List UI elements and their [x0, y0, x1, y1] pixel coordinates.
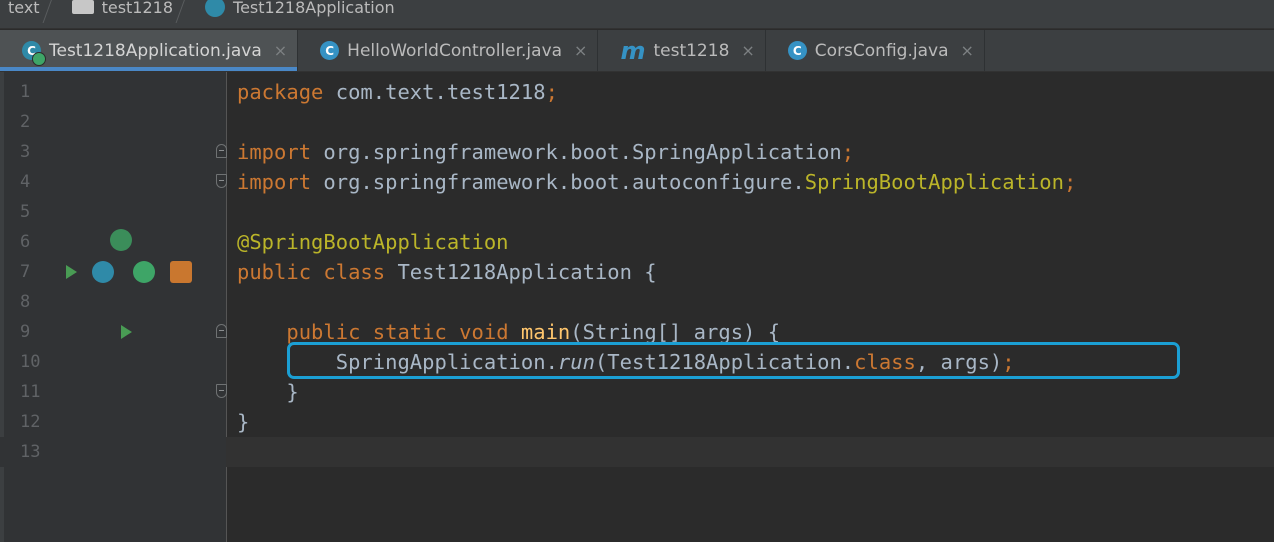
code-text: public class Test1218Application {	[237, 257, 657, 287]
tab-label: Test1218Application.java	[49, 40, 262, 61]
line-number: 7	[20, 262, 31, 282]
code-text: import org.springframework.boot.autoconf…	[237, 167, 1076, 197]
semicolon-token: ;	[1063, 170, 1077, 194]
breadcrumb-separator	[46, 0, 64, 21]
code-line[interactable]: 5	[0, 197, 1274, 227]
breadcrumb-label: test1218	[101, 0, 174, 17]
spring-class-icon[interactable]	[92, 261, 114, 283]
spring-config-icon[interactable]	[133, 261, 155, 283]
tab-test1218application[interactable]: C Test1218Application.java ×	[0, 30, 299, 71]
code-text: package com.text.test1218;	[237, 77, 558, 107]
folder-icon	[71, 0, 94, 14]
line-number: 12	[20, 412, 41, 432]
semicolon-token: ;	[841, 140, 855, 164]
spring-boot-icon[interactable]	[170, 261, 192, 283]
close-icon[interactable]: ×	[741, 41, 754, 60]
maven-icon: m	[620, 36, 646, 65]
semicolon-token: ;	[545, 80, 558, 104]
breadcrumb-item-text[interactable]: text	[0, 0, 46, 21]
line-number: 9	[20, 322, 31, 342]
breadcrumb-item-class[interactable]: Test1218Application	[197, 0, 401, 21]
tab-test1218-pom[interactable]: m test1218 ×	[598, 30, 766, 71]
code-editor[interactable]: 1 package com.text.test1218; 2 3 import …	[0, 72, 1274, 542]
code-line[interactable]: 6 @SpringBootApplication	[0, 227, 1274, 257]
line-number: 13	[20, 442, 41, 462]
spring-class-icon	[205, 0, 226, 17]
code-line-current[interactable]: 13	[0, 437, 1274, 467]
line-number: 4	[20, 172, 31, 192]
code-line[interactable]: 7 public class Test1218Application {	[0, 257, 1274, 287]
code-text: @SpringBootApplication	[237, 227, 509, 257]
code-text: import org.springframework.boot.SpringAp…	[237, 137, 854, 167]
spring-class-icon: C	[22, 41, 46, 66]
run-icon[interactable]	[121, 325, 132, 339]
code-token: com.text.test1218	[323, 80, 546, 104]
code-line[interactable]: 12 }	[0, 407, 1274, 437]
line-number: 2	[20, 112, 31, 132]
code-text: }	[237, 410, 250, 434]
navigation-breadcrumb: text test1218 Test1218Application	[0, 0, 1274, 29]
line-number: 5	[20, 202, 31, 222]
code-text: }	[237, 380, 299, 404]
annotation-token: @SpringBootApplication	[237, 230, 509, 254]
editor-tab-bar: C Test1218Application.java × C HelloWorl…	[0, 30, 1274, 72]
code-line[interactable]: 1 package com.text.test1218;	[0, 77, 1274, 107]
tab-label: HelloWorldController.java	[347, 40, 563, 61]
code-token: org.springframework.boot.autoconfigure.	[311, 170, 805, 194]
code-line[interactable]: 8	[0, 287, 1274, 317]
code-line[interactable]: 2	[0, 107, 1274, 137]
keyword-token: public class	[237, 260, 386, 284]
code-token: Test1218Application {	[385, 260, 657, 284]
highlight-annotation-box	[287, 342, 1180, 379]
line-number: 8	[20, 292, 31, 312]
breadcrumb-item-module[interactable]: test1218	[64, 0, 179, 21]
code-line[interactable]: 4 import org.springframework.boot.autoco…	[0, 167, 1274, 197]
fold-toggle-icon[interactable]	[216, 174, 227, 188]
fold-toggle-icon[interactable]	[216, 384, 227, 398]
breadcrumb-label: Test1218Application	[233, 0, 395, 17]
fold-toggle-icon[interactable]	[216, 144, 227, 158]
method-token: main	[520, 320, 571, 344]
tab-label: CorsConfig.java	[814, 40, 949, 61]
class-token: SpringBootApplication	[804, 170, 1064, 194]
tab-helloworldcontroller[interactable]: C HelloWorldController.java ×	[298, 30, 599, 71]
close-icon[interactable]: ×	[960, 41, 973, 60]
fold-toggle-icon[interactable]	[216, 324, 227, 338]
line-number: 6	[20, 232, 31, 252]
class-icon: C	[320, 41, 340, 60]
spring-bean-icon[interactable]	[110, 229, 132, 251]
line-number: 3	[20, 142, 31, 162]
class-icon: C	[787, 41, 807, 60]
code-token: (String[] args) {	[570, 320, 781, 344]
run-icon[interactable]	[66, 265, 77, 279]
keyword-token: public static void	[286, 320, 509, 344]
tab-corsconfig[interactable]: C CorsConfig.java ×	[766, 30, 985, 71]
code-line[interactable]: 3 import org.springframework.boot.Spring…	[0, 137, 1274, 167]
code-line[interactable]: 11 }	[0, 377, 1274, 407]
close-icon[interactable]: ×	[274, 41, 287, 60]
code-token: org.springframework.boot.SpringApplicati…	[311, 140, 842, 164]
line-number: 1	[20, 82, 31, 102]
breadcrumb-label: text	[8, 0, 40, 17]
line-number: 10	[20, 352, 41, 372]
keyword-token: import	[237, 170, 312, 194]
line-number: 11	[20, 382, 41, 402]
breadcrumb-separator	[179, 0, 197, 21]
tab-label: test1218	[653, 40, 730, 61]
keyword-token: import	[237, 140, 312, 164]
keyword-token: package	[237, 80, 324, 104]
close-icon[interactable]: ×	[574, 41, 587, 60]
